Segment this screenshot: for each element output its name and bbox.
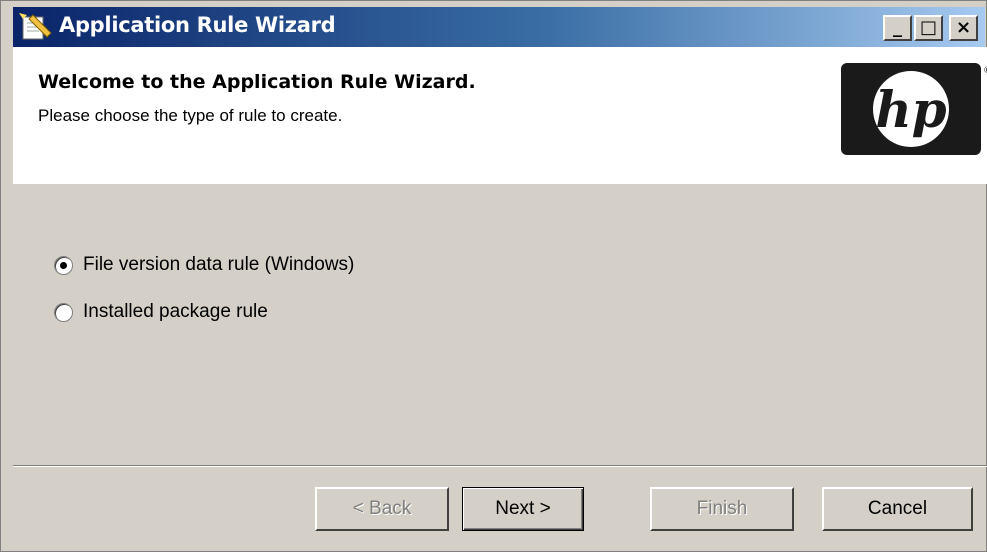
cancel-button[interactable]: Cancel: [822, 487, 973, 531]
footer-divider-highlight: [13, 466, 987, 467]
maximize-icon: □: [919, 17, 937, 38]
wizard-header: Welcome to the Application Rule Wizard. …: [13, 47, 987, 184]
title-bar[interactable]: Application Rule Wizard _ □ ×: [13, 7, 985, 47]
back-button[interactable]: < Back: [315, 487, 449, 531]
close-button[interactable]: ×: [949, 15, 978, 41]
radio-checked-icon[interactable]: [54, 255, 73, 275]
header-divider: [13, 183, 987, 184]
minimize-button[interactable]: _: [883, 15, 912, 41]
finish-button[interactable]: Finish: [650, 487, 794, 531]
hp-logo: hp ®: [841, 63, 987, 155]
next-button[interactable]: Next >: [462, 487, 584, 531]
radio-option-installed-package[interactable]: Installed package rule: [54, 300, 268, 324]
close-icon: ×: [955, 17, 972, 38]
maximize-button[interactable]: □: [914, 15, 943, 41]
page-subtitle: Please choose the type of rule to create…: [38, 106, 343, 125]
radio-option-file-version[interactable]: File version data rule (Windows): [54, 253, 354, 277]
minimize-icon: _: [893, 17, 902, 38]
wizard-icon: [19, 13, 52, 40]
window-title: Application Rule Wizard: [59, 13, 336, 37]
wizard-window: Application Rule Wizard _ □ × Welcome to…: [0, 0, 987, 552]
radio-label[interactable]: File version data rule (Windows): [83, 254, 354, 276]
page-title: Welcome to the Application Rule Wizard.: [38, 71, 476, 93]
radio-unchecked-icon[interactable]: [54, 302, 73, 322]
radio-label[interactable]: Installed package rule: [83, 301, 268, 323]
svg-text:hp: hp: [875, 80, 946, 139]
svg-text:®: ®: [983, 66, 987, 76]
